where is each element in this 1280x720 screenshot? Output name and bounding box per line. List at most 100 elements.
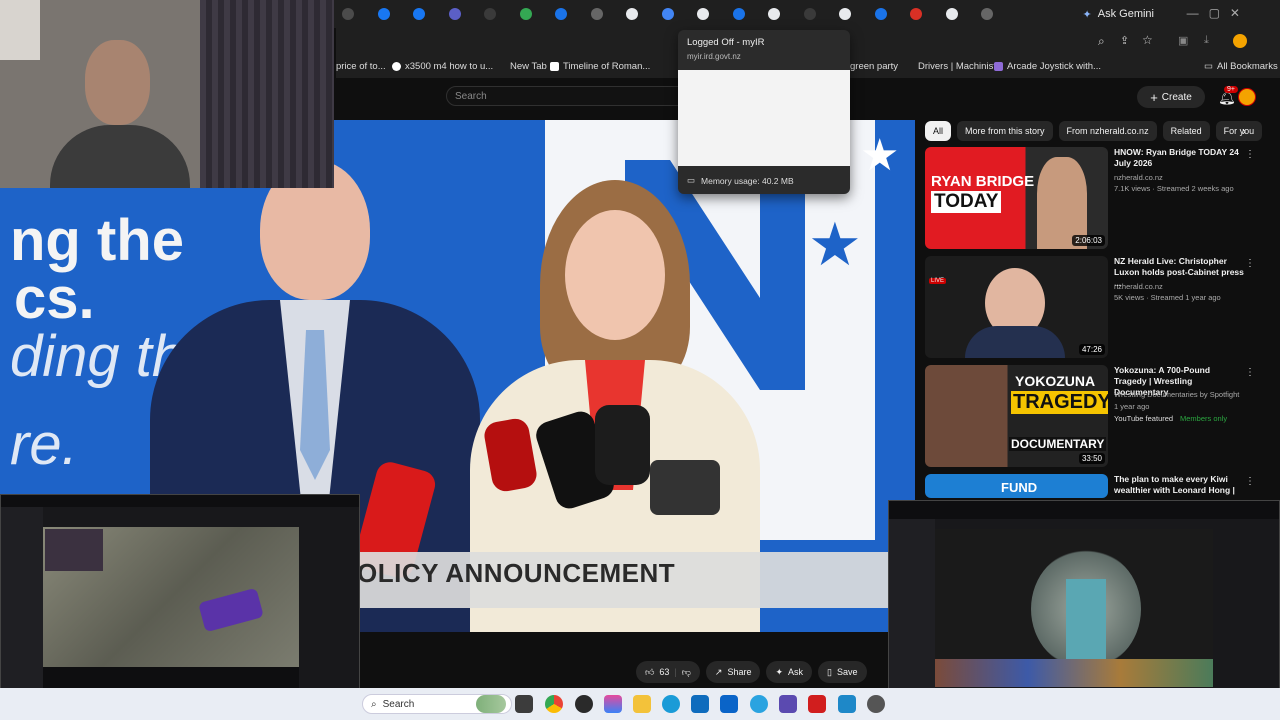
browser-tab[interactable] <box>729 5 763 23</box>
thumbs-up-icon: 👍︎ <box>645 666 655 677</box>
recommendation-card[interactable]: FUND The plan to make every Kiwi wealthi… <box>925 474 1265 498</box>
chip-more-from-story[interactable]: More from this story <box>957 121 1053 141</box>
chip-related[interactable]: Related <box>1162 121 1210 141</box>
browser-tab[interactable] <box>622 5 656 23</box>
browser-tab[interactable] <box>338 5 372 23</box>
memory-usage: ▭ Memory usage: 40.2 MB <box>687 175 794 186</box>
profile-avatar[interactable] <box>1233 34 1247 48</box>
store-icon[interactable] <box>691 695 709 713</box>
share-icon: ↗ <box>714 666 723 677</box>
all-bookmarks[interactable]: ▭ All Bookmarks <box>1204 61 1278 72</box>
browser-tab[interactable] <box>977 5 1011 23</box>
bookmark-3[interactable]: Timeline of Roman... <box>550 61 650 72</box>
browser-tab[interactable] <box>587 5 621 23</box>
browser-tab[interactable] <box>480 5 514 23</box>
tab-hover-title: Logged Off - myIR <box>687 37 765 48</box>
browser-tab[interactable] <box>445 5 479 23</box>
share-button[interactable]: ↗ Share <box>705 661 761 683</box>
video-thumbnail[interactable]: YOKOZUNA TRAGEDY DOCUMENTARY 33:50 <box>925 365 1108 467</box>
video-title[interactable]: The plan to make every Kiwi wealthier wi… <box>1114 474 1244 498</box>
browser-tab[interactable] <box>871 5 905 23</box>
channel-name[interactable]: nzherald.co.nz <box>1114 173 1254 183</box>
app-icon[interactable] <box>604 695 622 713</box>
stream-sidebar <box>1 507 43 707</box>
more-options-icon[interactable]: ⋮ <box>1245 149 1255 160</box>
download-icon[interactable]: ⤓ <box>1204 34 1209 47</box>
backdrop-text-2: cs. <box>14 266 95 331</box>
save-button[interactable]: ▯ Save <box>818 661 867 683</box>
members-only-badge: Members only <box>1180 414 1228 423</box>
video-title[interactable]: HNOW: Ryan Bridge TODAY 24 July 2026 <box>1114 147 1244 169</box>
chip-from-nzherald[interactable]: From nzherald.co.nz <box>1058 121 1157 141</box>
browser-tab[interactable] <box>764 5 798 23</box>
app-icon[interactable] <box>779 695 797 713</box>
browser-tab[interactable] <box>942 5 976 23</box>
tab-favicon-icon <box>590 8 603 20</box>
browser-tab[interactable] <box>658 5 692 23</box>
browser-tab[interactable] <box>906 5 940 23</box>
tab-hover-preview <box>678 70 850 166</box>
recommendation-card[interactable]: RYAN BRIDGE TODAY 2:06:03 HNOW: Ryan Bri… <box>925 147 1265 251</box>
bookmark-6[interactable]: Arcade Joystick with... <box>994 61 1101 72</box>
zoom-icon[interactable]: ⌕ <box>1098 34 1105 49</box>
stream-chat <box>1213 519 1279 707</box>
video-meta: 7.1K views · Streamed 2 weeks ago <box>1114 184 1234 193</box>
bookmark-2[interactable]: New Tab <box>510 61 547 72</box>
recommendation-card[interactable]: YOKOZUNA TRAGEDY DOCUMENTARY 33:50 Yokoz… <box>925 365 1265 469</box>
bookmark-0[interactable]: price of to... <box>336 61 386 72</box>
browser-tab[interactable] <box>409 5 443 23</box>
more-options-icon[interactable]: ⋮ <box>1245 476 1255 487</box>
stream-overlay-right <box>888 500 1280 708</box>
create-button[interactable]: + Create <box>1137 86 1205 108</box>
task-view-icon[interactable] <box>515 695 533 713</box>
chip-all[interactable]: All <box>925 121 952 141</box>
tab-favicon-icon <box>768 8 780 20</box>
browser-tab[interactable] <box>835 5 869 23</box>
bookmark-4[interactable]: green party <box>850 61 898 72</box>
bookmark-1[interactable]: x3500 m4 how to u... <box>392 61 493 72</box>
channel-name[interactable]: Wrestling Documentaries by Spotfight <box>1114 390 1254 400</box>
tab-favicon-icon <box>697 8 709 20</box>
like-button[interactable]: 👍︎ 63 | 👎︎ <box>636 661 700 683</box>
video-thumbnail[interactable]: LIVE 47:26 <box>925 256 1108 358</box>
search-input[interactable]: Search <box>446 86 686 106</box>
telegram-icon[interactable] <box>750 695 768 713</box>
bookmark-star-icon[interactable]: ☆ <box>1142 33 1153 47</box>
tab-favicon-icon <box>377 8 390 20</box>
ask-gemini-button[interactable]: ✦ Ask Gemini <box>1073 4 1164 24</box>
outlook-icon[interactable] <box>720 695 738 713</box>
app-icon[interactable] <box>808 695 826 713</box>
video-thumbnail[interactable]: FUND <box>925 474 1108 498</box>
more-options-icon[interactable]: ⋮ <box>1245 367 1255 378</box>
chip-for-you[interactable]: For you <box>1215 121 1263 141</box>
search-icon: ⌕ <box>371 698 377 710</box>
widget-icon[interactable] <box>476 695 506 713</box>
chrome-icon[interactable] <box>545 695 563 713</box>
more-options-icon[interactable]: ⋮ <box>1245 258 1255 269</box>
thumbs-down-icon[interactable]: 👎︎ <box>682 667 691 678</box>
account-avatar[interactable] <box>1238 88 1256 106</box>
related-chips: All More from this story From nzherald.c… <box>925 121 1263 141</box>
settings-gear-icon[interactable] <box>867 695 885 713</box>
edge-icon[interactable] <box>662 695 680 713</box>
video-thumbnail[interactable]: RYAN BRIDGE TODAY 2:06:03 <box>925 147 1108 249</box>
obs-icon[interactable] <box>575 695 593 713</box>
chevron-right-icon[interactable]: › <box>1242 124 1246 138</box>
ask-button[interactable]: ✦ Ask <box>766 661 813 683</box>
memory-icon: ▭ <box>687 175 696 185</box>
browser-tab[interactable] <box>693 5 727 23</box>
recommendation-card[interactable]: LIVE 47:26 NZ Herald Live: Christopher L… <box>925 256 1265 360</box>
bookmark-5[interactable]: Drivers | Machinist <box>918 61 996 72</box>
player-portraits <box>935 659 1213 687</box>
weather-icon[interactable] <box>838 695 856 713</box>
tab-favicon-icon <box>484 8 496 20</box>
file-explorer-icon[interactable] <box>633 695 651 713</box>
extensions-icon[interactable]: ▣ <box>1178 34 1188 47</box>
browser-tab[interactable] <box>551 5 585 23</box>
browser-tab[interactable] <box>374 5 408 23</box>
channel-name[interactable]: nzherald.co.nz <box>1114 282 1254 292</box>
browser-tab[interactable] <box>800 5 834 23</box>
install-icon[interactable]: ⇪ <box>1120 34 1129 47</box>
browser-tab[interactable] <box>516 5 550 23</box>
camera-rig <box>650 460 720 515</box>
